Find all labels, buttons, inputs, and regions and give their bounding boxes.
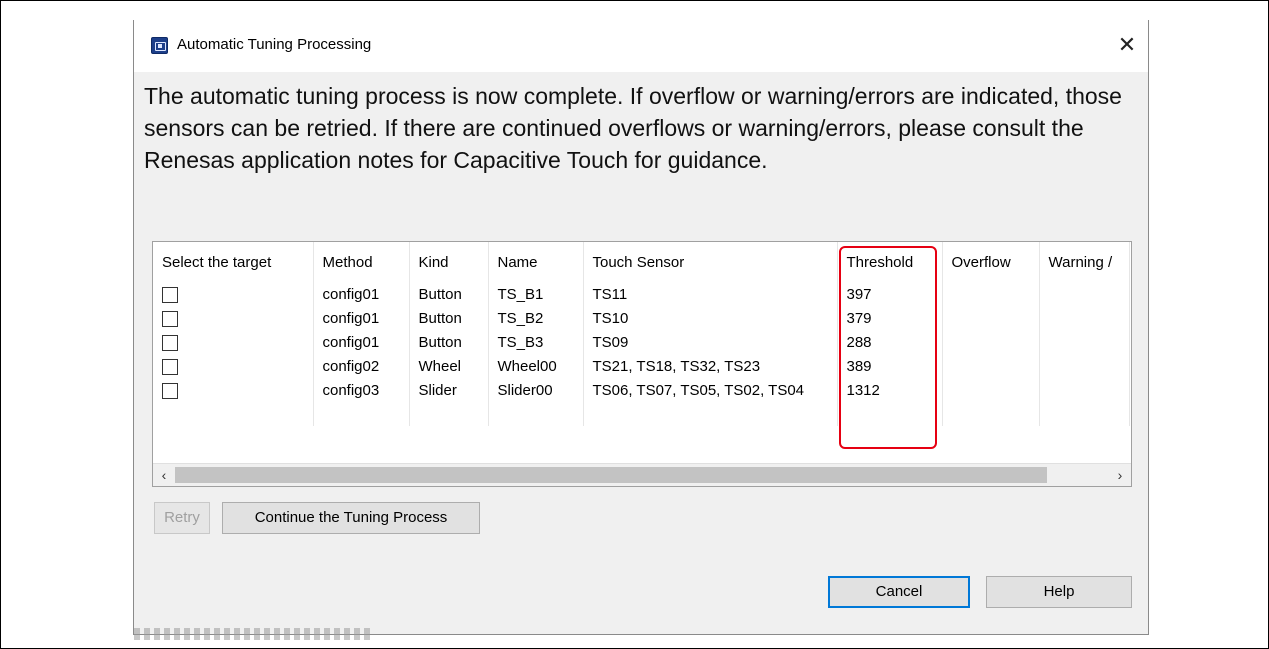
column-header-select[interactable]: Select the target bbox=[153, 242, 314, 282]
warning-cell bbox=[1039, 354, 1130, 378]
method-cell: config01 bbox=[313, 282, 410, 306]
name-cell: Slider00 bbox=[488, 378, 584, 402]
warning-cell bbox=[1039, 282, 1130, 306]
select-cell bbox=[153, 282, 314, 306]
overflow-cell bbox=[942, 354, 1040, 378]
name-cell: Wheel00 bbox=[488, 354, 584, 378]
name-cell: TS_B3 bbox=[488, 330, 584, 354]
select-cell bbox=[153, 378, 314, 402]
select-cell bbox=[153, 306, 314, 330]
table-row: config01 Button TS_B3 TS09 288 bbox=[153, 330, 1130, 354]
threshold-cell: 389 bbox=[837, 354, 943, 378]
empty-row bbox=[153, 402, 1130, 426]
select-checkbox[interactable] bbox=[162, 286, 178, 303]
scroll-right-arrow-icon[interactable]: › bbox=[1109, 464, 1131, 486]
background-window-remnant bbox=[134, 620, 434, 640]
table-row: config02 Wheel Wheel00 TS21, TS18, TS32,… bbox=[153, 354, 1130, 378]
method-cell: config01 bbox=[313, 330, 410, 354]
method-cell: config01 bbox=[313, 306, 410, 330]
column-header-method[interactable]: Method bbox=[313, 242, 410, 282]
results-table: Select the target Method Kind Name Touch… bbox=[153, 242, 1130, 426]
select-checkbox[interactable] bbox=[162, 310, 178, 327]
table-header-row: Select the target Method Kind Name Touch… bbox=[153, 242, 1130, 282]
column-header-overflow[interactable]: Overflow bbox=[942, 242, 1040, 282]
touch-sensor-cell: TS10 bbox=[583, 306, 838, 330]
table-row: config03 Slider Slider00 TS06, TS07, TS0… bbox=[153, 378, 1130, 402]
column-header-name[interactable]: Name bbox=[488, 242, 584, 282]
threshold-cell: 397 bbox=[837, 282, 943, 306]
name-cell: TS_B2 bbox=[488, 306, 584, 330]
select-checkbox[interactable] bbox=[162, 382, 178, 399]
kind-cell: Button bbox=[409, 306, 489, 330]
touch-sensor-cell: TS06, TS07, TS05, TS02, TS04 bbox=[583, 378, 838, 402]
select-cell bbox=[153, 354, 314, 378]
close-button[interactable]: ✕ bbox=[1114, 32, 1140, 58]
overflow-cell bbox=[942, 378, 1040, 402]
column-header-warning[interactable]: Warning / bbox=[1039, 242, 1130, 282]
results-table-container: Select the target Method Kind Name Touch… bbox=[152, 241, 1132, 487]
warning-cell bbox=[1039, 306, 1130, 330]
threshold-cell: 288 bbox=[837, 330, 943, 354]
select-checkbox[interactable] bbox=[162, 334, 178, 351]
kind-cell: Wheel bbox=[409, 354, 489, 378]
name-cell: TS_B1 bbox=[488, 282, 584, 306]
app-icon bbox=[151, 37, 168, 54]
completion-message: The automatic tuning process is now comp… bbox=[144, 83, 1122, 173]
touch-sensor-cell: TS11 bbox=[583, 282, 838, 306]
method-cell: config03 bbox=[313, 378, 410, 402]
kind-cell: Slider bbox=[409, 378, 489, 402]
scroll-left-arrow-icon[interactable]: ‹ bbox=[153, 464, 175, 486]
warning-cell bbox=[1039, 378, 1130, 402]
touch-sensor-cell: TS21, TS18, TS32, TS23 bbox=[583, 354, 838, 378]
overflow-cell bbox=[942, 306, 1040, 330]
title-bar: Automatic Tuning Processing ✕ bbox=[134, 20, 1148, 72]
method-cell: config02 bbox=[313, 354, 410, 378]
tuning-dialog: Automatic Tuning Processing ✕ The automa… bbox=[133, 20, 1149, 640]
select-checkbox[interactable] bbox=[162, 358, 178, 375]
continue-tuning-button[interactable]: Continue the Tuning Process bbox=[222, 502, 480, 534]
window-title: Automatic Tuning Processing bbox=[177, 36, 372, 53]
kind-cell: Button bbox=[409, 330, 489, 354]
overflow-cell bbox=[942, 330, 1040, 354]
column-header-touch-sensor[interactable]: Touch Sensor bbox=[583, 242, 838, 282]
select-cell bbox=[153, 330, 314, 354]
scrollbar-thumb[interactable] bbox=[175, 467, 1047, 483]
warning-cell bbox=[1039, 330, 1130, 354]
horizontal-scrollbar[interactable]: ‹ › bbox=[153, 463, 1131, 486]
cancel-button[interactable]: Cancel bbox=[828, 576, 970, 608]
table-row: config01 Button TS_B2 TS10 379 bbox=[153, 306, 1130, 330]
kind-cell: Button bbox=[409, 282, 489, 306]
table-row: config01 Button TS_B1 TS11 397 bbox=[153, 282, 1130, 306]
help-button[interactable]: Help bbox=[986, 576, 1132, 608]
retry-button[interactable]: Retry bbox=[154, 502, 210, 534]
threshold-cell: 379 bbox=[837, 306, 943, 330]
column-header-kind[interactable]: Kind bbox=[409, 242, 489, 282]
threshold-cell: 1312 bbox=[837, 378, 943, 402]
column-header-threshold[interactable]: Threshold bbox=[837, 242, 943, 282]
overflow-cell bbox=[942, 282, 1040, 306]
touch-sensor-cell: TS09 bbox=[583, 330, 838, 354]
